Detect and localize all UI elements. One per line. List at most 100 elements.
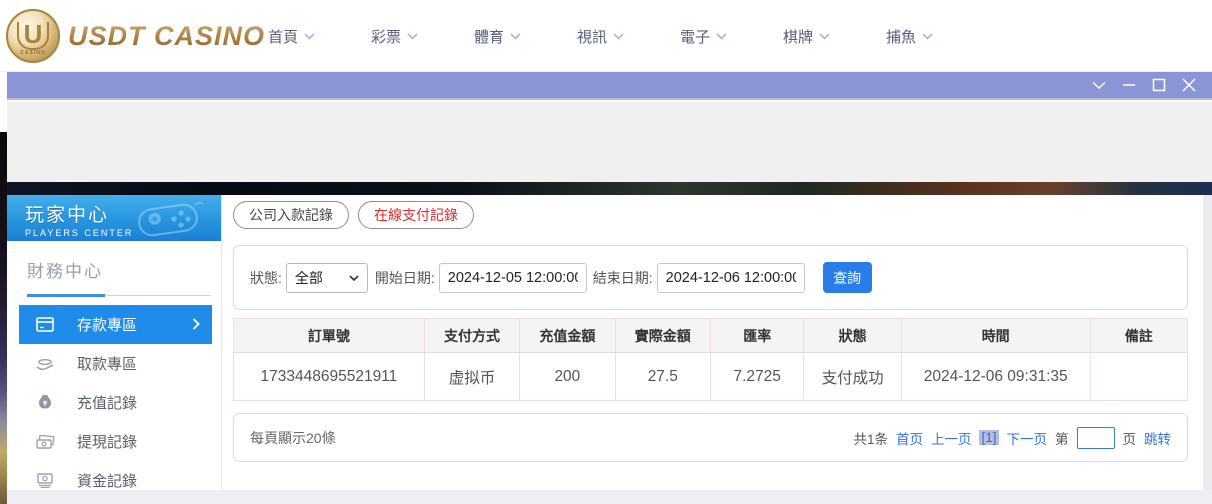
section-underline — [27, 294, 211, 297]
chevron-down-icon — [716, 32, 727, 40]
cell-actual-amount: 27.5 — [614, 352, 711, 401]
sidebar-item-funds-records[interactable]: 資金記錄 — [19, 461, 213, 500]
status-select[interactable]: 全部 — [285, 262, 368, 293]
chevron-down-icon — [510, 32, 521, 40]
sidebar-item-recharge-records[interactable]: 充值記錄 — [19, 383, 213, 422]
finance-center-section: 財務中心 — [7, 241, 221, 297]
logo-mark-sub: CASINO — [20, 50, 46, 56]
pagination-controls: 共1条 首页 上一页 [1] 下一页 第 页 跳转 — [853, 426, 1171, 449]
withdraw-record-icon — [35, 432, 55, 452]
sidebar-item-label: 提現記錄 — [77, 434, 138, 451]
players-center-panel: 玩家中心 PLAYERS CENTER 財務中心 存款專區 取款專區 充值記錄 … — [7, 195, 221, 490]
col-remark: 備註 — [1089, 318, 1188, 353]
close-icon — [1182, 78, 1196, 92]
chevron-right-icon — [192, 317, 200, 334]
current-page-indicator: [1] — [979, 430, 999, 445]
funds-record-icon — [35, 471, 55, 491]
minimize-icon — [1123, 84, 1135, 86]
window-minimize-button[interactable] — [1114, 72, 1144, 98]
sidebar-item-withdrawal-records[interactable]: 提現記錄 — [19, 422, 213, 461]
tab-online-payment-records[interactable]: 在線支付記錄 — [358, 201, 474, 229]
first-page-link[interactable]: 首页 — [896, 428, 923, 448]
cell-exchange-rate: 7.2725 — [709, 352, 804, 401]
cell-payment-method: 虚拟币 — [423, 352, 520, 401]
next-page-link[interactable]: 下一页 — [1007, 428, 1048, 448]
sidebar-item-label: 取款專區 — [77, 356, 138, 373]
withdraw-hand-icon — [35, 354, 55, 374]
main-nav: 首頁 彩票 體育 視訊 電子 棋牌 捕魚 — [240, 0, 961, 72]
end-date-input[interactable] — [656, 262, 805, 293]
nav-item-live[interactable]: 視訊 — [549, 26, 652, 47]
nav-item-home[interactable]: 首頁 — [240, 26, 343, 47]
nav-item-lottery[interactable]: 彩票 — [343, 26, 446, 47]
nav-item-sports[interactable]: 體育 — [446, 26, 549, 47]
chevron-down-icon — [1092, 81, 1106, 89]
col-exchange-rate: 匯率 — [709, 318, 804, 353]
chevron-down-icon — [407, 32, 418, 40]
tab-company-deposit-records[interactable]: 公司入款記錄 — [233, 201, 349, 229]
sidebar-item-label: 資金記錄 — [77, 473, 138, 490]
logo-mark: U — [16, 21, 50, 50]
nav-item-slots[interactable]: 電子 — [652, 26, 755, 47]
per-page-label: 每頁顯示20條 — [250, 429, 336, 446]
cell-order-number: 1733448695521911 — [233, 352, 425, 401]
start-date-input[interactable] — [438, 262, 587, 293]
chevron-down-icon — [613, 32, 624, 40]
col-payment-method: 支付方式 — [423, 318, 520, 353]
background-strip — [0, 182, 1212, 195]
sidebar-item-label: 充值記錄 — [77, 395, 138, 412]
table-header-row: 訂單號 支付方式 充值金額 實際金額 匯率 狀態 時間 備註 — [233, 318, 1188, 353]
chevron-down-icon — [819, 32, 830, 40]
page-number-input[interactable] — [1076, 426, 1115, 449]
players-center-header: 玩家中心 PLAYERS CENTER — [7, 195, 221, 241]
jump-suffix-label: 页 — [1122, 431, 1137, 447]
col-recharge-amount: 充值金額 — [519, 318, 616, 353]
window-close-button[interactable] — [1174, 72, 1204, 98]
background-left-edge — [0, 132, 7, 504]
total-count-label: 共1条 — [853, 431, 888, 447]
cell-recharge-amount: 200 — [519, 352, 616, 401]
jump-link[interactable]: 跳转 — [1144, 428, 1171, 448]
table-row: 1733448695521911 虚拟币 200 27.5 7.2725 支付成… — [233, 352, 1188, 401]
prev-page-link[interactable]: 上一页 — [931, 428, 972, 448]
deposit-card-icon — [35, 315, 55, 335]
gamepad-icon — [138, 201, 204, 237]
cell-time: 2024-12-06 09:31:35 — [900, 352, 1091, 401]
jump-prefix-label: 第 — [1055, 431, 1069, 447]
sidebar-item-label: 存款專區 — [77, 317, 138, 334]
status-label: 狀態: — [250, 269, 282, 286]
sidebar-menu: 存款專區 取款專區 充值記錄 提現記錄 資金記錄 — [7, 305, 221, 500]
col-order-number: 訂單號 — [233, 318, 425, 353]
nav-item-fishing[interactable]: 捕魚 — [858, 26, 961, 47]
payment-records-table: 訂單號 支付方式 充值金額 實際金額 匯率 狀態 時間 備註 173344869… — [233, 318, 1188, 401]
col-status: 狀態 — [803, 318, 902, 353]
nav-item-cards[interactable]: 棋牌 — [755, 26, 858, 47]
chevron-down-icon — [304, 32, 315, 40]
window-maximize-button[interactable] — [1144, 72, 1174, 98]
cell-remark — [1089, 352, 1188, 401]
background-right-edge — [1203, 195, 1212, 504]
sidebar-item-deposit-zone[interactable]: 存款專區 — [19, 305, 212, 344]
col-time: 時間 — [900, 318, 1091, 353]
start-date-label: 開始日期: — [374, 269, 435, 286]
col-actual-amount: 實際金額 — [614, 318, 711, 353]
pagination-bar: 每頁顯示20條 共1条 首页 上一页 [1] 下一页 第 页 跳转 — [233, 413, 1188, 462]
query-button[interactable]: 查詢 — [822, 262, 872, 293]
logo[interactable]: U CASINO USDT CASINO — [6, 5, 265, 67]
logo-text: USDT CASINO — [68, 20, 266, 51]
main-content-panel: 公司入款記錄 在線支付記錄 狀態: 全部 開始日期: 結束日期: 查詢 訂單號 … — [221, 195, 1203, 490]
end-date-label: 結束日期: — [592, 269, 653, 286]
sidebar-item-withdraw-zone[interactable]: 取款專區 — [19, 344, 213, 383]
chevron-down-icon — [349, 274, 359, 281]
record-tabs: 公司入款記錄 在線支付記錄 — [233, 201, 474, 229]
cell-status: 支付成功 — [803, 352, 902, 401]
logo-ball-icon: U CASINO — [6, 9, 60, 63]
chevron-down-icon — [922, 32, 933, 40]
filter-bar: 狀態: 全部 開始日期: 結束日期: 查詢 — [233, 245, 1188, 310]
window-titlebar — [7, 72, 1212, 100]
window-collapse-button[interactable] — [1084, 72, 1114, 98]
recharge-bag-icon — [35, 393, 55, 413]
maximize-icon — [1152, 78, 1166, 92]
app-header: U CASINO USDT CASINO 首頁 彩票 體育 視訊 電子 棋牌 捕… — [0, 0, 1212, 72]
finance-center-label: 財務中心 — [27, 262, 103, 281]
